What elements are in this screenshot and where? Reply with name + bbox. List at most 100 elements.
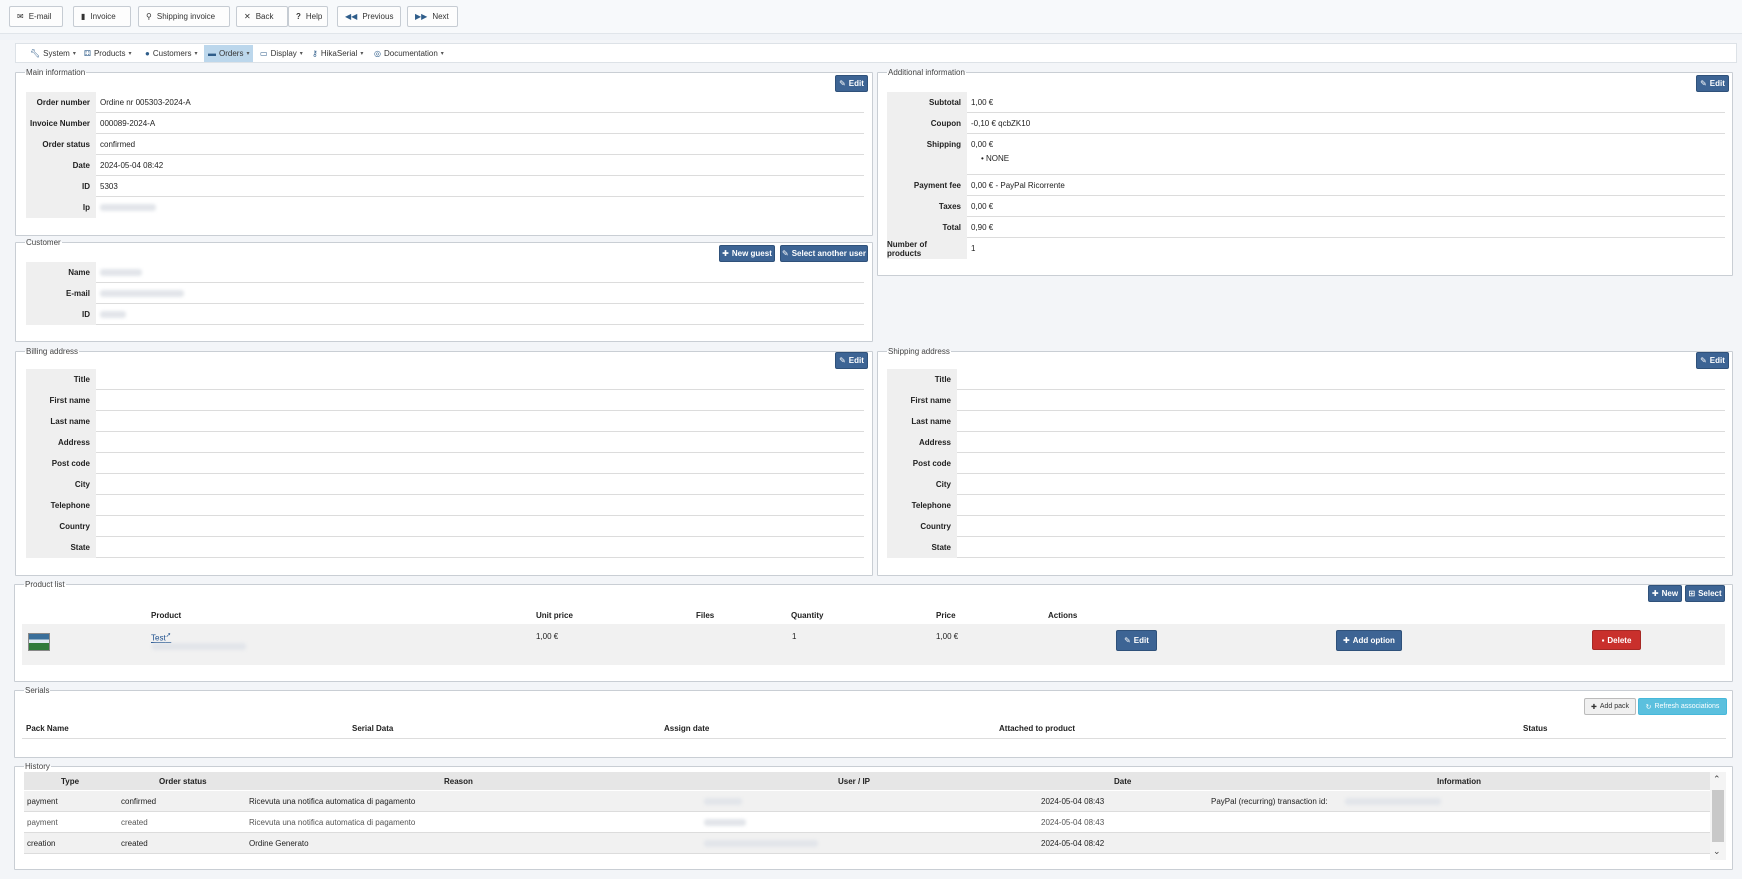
col-pack-name: Pack Name	[26, 724, 69, 733]
scroll-down-icon[interactable]: ⌄	[1713, 846, 1721, 857]
main-info-row: ID 5303	[26, 176, 864, 197]
product-edit-button[interactable]: ✎ Edit	[1116, 630, 1157, 651]
next-button[interactable]: ▶▶ Next	[407, 6, 458, 27]
customer-row: E-mail	[26, 283, 864, 304]
shipping-row: Title	[887, 369, 1725, 390]
product-code	[152, 643, 246, 652]
customer-legend: Customer	[26, 238, 61, 247]
history-scrollbar[interactable]: ⌃ ⌄	[1710, 772, 1726, 860]
email-button[interactable]: ✉ E-mail	[9, 6, 63, 27]
product-thumbnail[interactable]	[28, 633, 50, 651]
plus-icon: ✚	[722, 249, 729, 258]
help-button[interactable]: ? Help	[288, 6, 328, 27]
shipping-row: First name	[887, 390, 1725, 411]
product-unit-price: 1,00 €	[536, 632, 559, 641]
col-price: Price	[936, 611, 956, 620]
add-option-button[interactable]: ✚ Add option	[1336, 630, 1402, 651]
wrench-icon: 🔧︎	[30, 49, 41, 58]
additional-info-edit-button[interactable]: ✎ Edit	[1696, 75, 1729, 92]
caret-down-icon: ▾	[299, 51, 303, 57]
main-info-row: Order number Ordine nr 005303-2024-A	[26, 92, 864, 113]
menu-customers[interactable]: ● Customers ▾	[141, 45, 202, 62]
plus-icon: ✚	[1590, 703, 1597, 711]
add-pack-button[interactable]: ✚ Add pack	[1584, 698, 1636, 715]
refresh-associations-button[interactable]: ↻ Refresh associations	[1638, 698, 1727, 715]
scroll-up-icon[interactable]: ⌃	[1713, 774, 1721, 785]
customer-row: Name	[26, 262, 864, 283]
forward-icon: ▶▶	[415, 12, 428, 21]
shipping-row: Country	[887, 516, 1725, 537]
coupon-row: Coupon -0,10 € qcbZK10	[887, 113, 1725, 134]
billing-row: First name	[26, 390, 864, 411]
plus-square-icon: ⊞	[1688, 589, 1696, 598]
shipping-row: Post code	[887, 453, 1725, 474]
pencil-icon: ✎	[839, 79, 846, 88]
main-information-legend: Main information	[26, 68, 86, 77]
new-guest-button[interactable]: ✚ New guest	[719, 245, 775, 262]
main-info-row: Ip	[26, 197, 864, 218]
redacted-email	[100, 289, 184, 297]
product-price: 1,00 €	[936, 632, 959, 641]
col-serial-data: Serial Data	[352, 724, 394, 733]
col-product: Product	[151, 611, 182, 620]
key-icon: ⚷	[312, 49, 318, 58]
col-status: Status	[1523, 724, 1548, 733]
col-quantity: Quantity	[791, 611, 824, 620]
shipping-row: Address	[887, 432, 1725, 453]
shipping-row: State	[887, 537, 1725, 558]
external-link-icon: ➚	[165, 632, 172, 639]
shipping-address-legend: Shipping address	[888, 347, 950, 356]
col-files: Files	[696, 611, 715, 620]
billing-row: Title	[26, 369, 864, 390]
caret-down-icon: ▾	[194, 51, 198, 57]
plus-icon: ✚	[1651, 589, 1659, 598]
pencil-icon: ✎	[1700, 79, 1707, 88]
main-info-row: Order status confirmed	[26, 134, 864, 155]
product-select-button[interactable]: ⊞ Select	[1685, 585, 1725, 602]
scrollbar-thumb[interactable]	[1712, 790, 1724, 842]
menu-documentation[interactable]: ◎ Documentation ▾	[370, 45, 448, 62]
menu-display[interactable]: ▭ Display ▾	[256, 45, 307, 62]
redacted-user-ip	[704, 819, 746, 826]
shipping-row: Shipping 0,00 € • NONE	[887, 134, 1725, 175]
serials-legend: Serials	[25, 686, 50, 695]
main-info-row: Invoice Number 000089-2024-A	[26, 113, 864, 134]
pencil-icon: ✎	[1124, 636, 1131, 645]
menu-orders[interactable]: ▬ Orders ▾	[204, 45, 254, 62]
shipping-edit-button[interactable]: ✎ Edit	[1696, 352, 1729, 369]
top-toolbar: ✉ E-mail ▮ Invoice ⚲ Shipping invoice ✕ Back…	[0, 0, 1742, 34]
serials-panel: Serials	[14, 686, 1733, 758]
billing-edit-button[interactable]: ✎ Edit	[835, 352, 868, 369]
previous-button[interactable]: ◀◀ Previous	[337, 6, 401, 27]
col-actions: Actions	[1048, 611, 1078, 620]
product-delete-button[interactable]: ▪ Delete	[1592, 630, 1641, 650]
shipping-row: City	[887, 474, 1725, 495]
col-type: Type	[61, 777, 80, 786]
caret-down-icon: ▾	[128, 51, 132, 57]
additional-information-legend: Additional information	[888, 68, 965, 77]
refresh-icon: ↻	[1645, 703, 1652, 711]
menu-products[interactable]: ⚃ Products ▾	[80, 45, 136, 62]
question-icon: ?	[296, 12, 301, 21]
customer-row: ID	[26, 304, 864, 325]
product-new-button[interactable]: ✚ New	[1648, 585, 1682, 602]
col-date: Date	[1114, 777, 1132, 786]
product-name-link[interactable]: Test➚	[151, 631, 171, 643]
history-legend: History	[25, 762, 50, 771]
envelope-icon: ✉	[17, 12, 24, 21]
billing-row: Post code	[26, 453, 864, 474]
redacted-ip	[100, 204, 156, 211]
back-button[interactable]: ✕ Back	[236, 6, 288, 27]
select-another-user-button[interactable]: ✎ Select another user	[780, 245, 868, 262]
menu-hikaserial[interactable]: ⚷ HikaSerial ▾	[308, 45, 367, 62]
shipping-invoice-button[interactable]: ⚲ Shipping invoice	[138, 6, 230, 27]
billing-row: Telephone	[26, 495, 864, 516]
col-attached-to-product: Attached to product	[999, 724, 1075, 733]
number-of-products-row: Number of products 1	[887, 238, 976, 259]
pencil-icon: ✎	[782, 249, 789, 258]
menu-system[interactable]: 🔧︎ System ▾	[26, 45, 80, 62]
product-list-legend: Product list	[25, 580, 65, 589]
invoice-button[interactable]: ▮ Invoice	[73, 6, 131, 27]
main-info-edit-button[interactable]: ✎ Edit	[835, 75, 868, 92]
redacted-id	[100, 310, 126, 318]
